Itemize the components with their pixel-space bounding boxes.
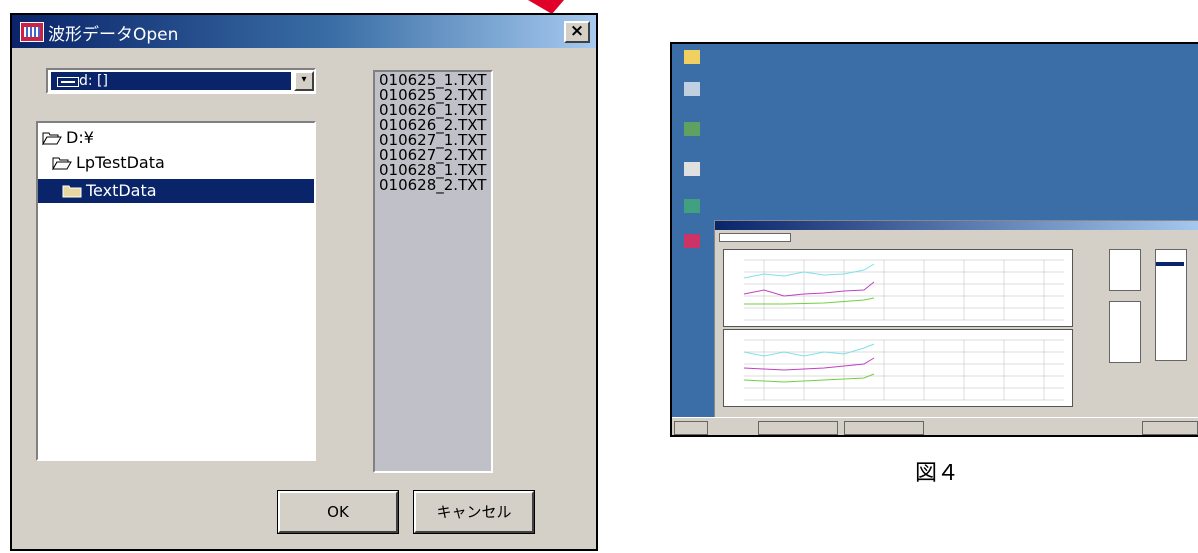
- chart-plot: [743, 259, 1064, 321]
- ok-button[interactable]: OK: [277, 490, 399, 534]
- open-waveform-dialog: 波形データOpen × d: [] ▾ D:¥ LpTestData TextD…: [10, 13, 598, 551]
- folder-item-textdata[interactable]: TextData: [38, 179, 314, 203]
- desktop-icon: [680, 162, 716, 176]
- taskbar-item: [844, 421, 924, 435]
- folder-icon: [684, 50, 700, 64]
- desktop-screenshot: [670, 42, 1198, 437]
- app-side-panel: [1109, 249, 1141, 291]
- app-shortcut-icon: [684, 234, 700, 248]
- close-icon: ×: [569, 21, 585, 41]
- folder-list[interactable]: D:¥ LpTestData TextData: [36, 121, 316, 461]
- close-button[interactable]: ×: [564, 21, 590, 43]
- app-file-selected: [1156, 262, 1184, 266]
- drive-icon: [57, 77, 79, 87]
- app-toolbar-field: [719, 233, 791, 242]
- dropdown-arrow-icon[interactable]: ▾: [294, 71, 314, 91]
- app-legend-panel: [1109, 301, 1141, 363]
- folder-item-root[interactable]: D:¥: [42, 126, 242, 150]
- folder-open-icon: [52, 157, 72, 170]
- dialog-title: 波形データOpen: [48, 25, 179, 45]
- folder-label: TextData: [86, 181, 157, 200]
- desktop-icon: [680, 199, 716, 213]
- file-list[interactable]: 010625_1.TXT 010625_2.TXT 010626_1.TXT 0…: [373, 70, 493, 473]
- waveform-chart-top: [723, 249, 1073, 327]
- system-tray: [1142, 421, 1198, 435]
- drive-label: d: []: [79, 73, 108, 89]
- recycle-bin-icon: [684, 162, 700, 176]
- figure-caption: 図４: [915, 461, 960, 486]
- chart-plot: [743, 339, 1064, 401]
- desktop-icon: [680, 50, 716, 64]
- waveform-app-window: [714, 220, 1198, 418]
- app-icon: [20, 22, 44, 42]
- list-item[interactable]: 010628_2.TXT: [379, 178, 486, 193]
- folder-item-lptestdata[interactable]: LpTestData: [52, 151, 252, 175]
- folder-open-icon: [42, 132, 62, 145]
- network-icon: [684, 122, 700, 136]
- internet-icon: [684, 199, 700, 213]
- drive-select[interactable]: d: [] ▾: [46, 68, 316, 94]
- drive-select-value: d: []: [51, 72, 291, 90]
- desktop-icon: [680, 122, 716, 136]
- dialog-titlebar[interactable]: 波形データOpen ×: [12, 15, 596, 48]
- waveform-chart-bottom: [723, 329, 1073, 407]
- taskbar: [672, 417, 1198, 435]
- app-file-list: [1155, 249, 1187, 361]
- computer-icon: [684, 82, 700, 96]
- desktop-icon: [680, 234, 716, 248]
- taskbar-item: [758, 421, 838, 435]
- red-arrow-annotation: [528, 0, 564, 14]
- app-titlebar: [715, 221, 1198, 230]
- folder-label: LpTestData: [76, 153, 165, 172]
- folder-label: D:¥: [66, 128, 94, 147]
- cancel-button[interactable]: キャンセル: [413, 490, 535, 534]
- start-button: [674, 421, 708, 435]
- folder-icon: [62, 185, 82, 198]
- desktop-icon: [680, 82, 716, 96]
